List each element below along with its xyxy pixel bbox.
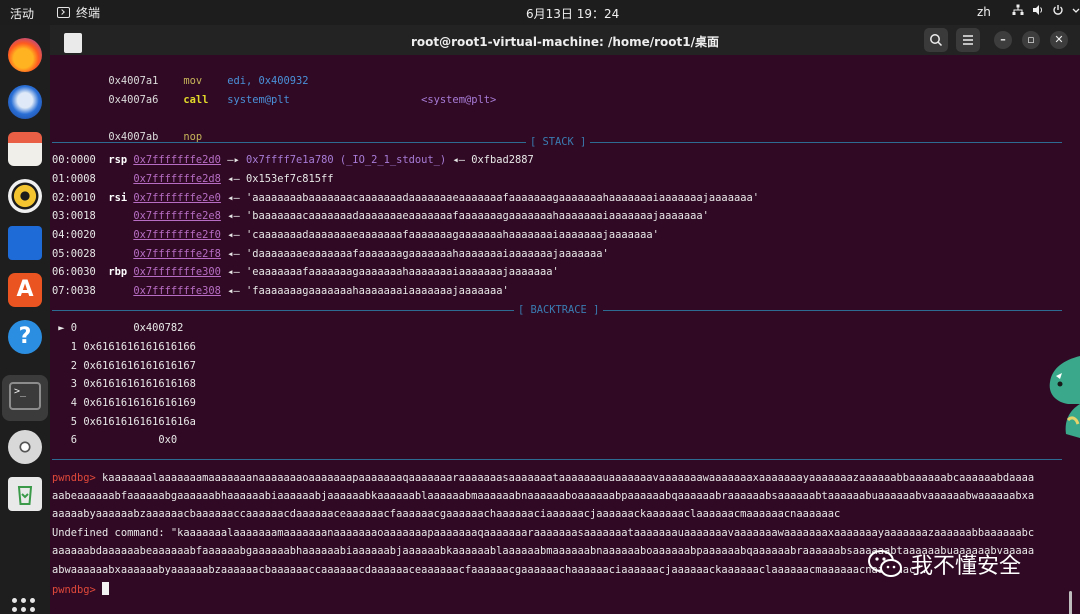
text-cursor bbox=[102, 582, 110, 595]
minimize-button[interactable]: – bbox=[994, 31, 1012, 49]
stack-line: 01:0008 0x7fffffffe2d8 ◂— 0x153ef7c815ff bbox=[52, 173, 334, 185]
stack-line: 06:0030 rbp 0x7fffffffe300 ◂— 'eaaaaaaaf… bbox=[52, 266, 559, 278]
top-bar: 活动 终端 6月13日 19：24 zh bbox=[0, 0, 1080, 25]
hamburger-icon bbox=[963, 35, 973, 45]
search-button[interactable] bbox=[924, 28, 948, 52]
search-icon bbox=[930, 34, 943, 47]
maximize-button[interactable]: ▫ bbox=[1022, 31, 1040, 49]
command-line: aaaaabyaaaaaabzaaaaaacbaaaaaaccaaaaaacda… bbox=[52, 508, 841, 520]
backtrace-separator: [ BACKTRACE ] bbox=[52, 303, 1062, 317]
wechat-watermark: 我不懂安全 bbox=[867, 548, 1021, 580]
error-line: abwaaaaaabxaaaaaabyaaaaaabzaaaaaacbaaaaa… bbox=[52, 564, 928, 576]
stack-separator: [ STACK ] bbox=[52, 135, 1062, 149]
chevron-down-icon bbox=[1072, 4, 1080, 19]
power-icon bbox=[1052, 4, 1064, 19]
terminal-output[interactable]: 0x4007a1 mov edi, 0x400932 0x4007a6 call… bbox=[50, 55, 1080, 614]
terminal-icon: >_ bbox=[9, 382, 41, 410]
activities-button[interactable]: 活动 bbox=[10, 5, 34, 22]
help-icon[interactable]: ? bbox=[8, 320, 42, 354]
menu-button[interactable] bbox=[956, 28, 980, 52]
rhythmbox-icon[interactable] bbox=[8, 179, 42, 213]
bottom-separator bbox=[52, 452, 1062, 466]
disasm-line: 0x4007a6 call system@plt <system@plt> bbox=[108, 94, 497, 106]
clock[interactable]: 6月13日 19：24 bbox=[526, 5, 619, 22]
network-icon bbox=[1012, 4, 1024, 19]
prompt-line[interactable]: pwndbg> bbox=[52, 582, 110, 596]
app-menu[interactable]: 终端 bbox=[57, 4, 100, 21]
backtrace-line: 6 0x0 bbox=[70, 434, 178, 446]
thunderbird-icon[interactable] bbox=[8, 85, 42, 119]
stack-header: [ STACK ] bbox=[526, 135, 591, 149]
terminal-dock-item[interactable]: >_ bbox=[2, 375, 48, 421]
command-line: aabeaaaaaabfaaaaaabgaaaaaabhaaaaaabiaaaa… bbox=[52, 490, 1035, 502]
stack-line: 03:0018 0x7fffffffe2e8 ◂— 'baaaaaaacaaaa… bbox=[52, 210, 709, 222]
app-center-icon[interactable]: A bbox=[8, 273, 42, 307]
scrollbar[interactable] bbox=[1069, 591, 1072, 614]
stack-line: 00:0000 rsp 0x7fffffffe2d0 —▸ 0x7ffff7e1… bbox=[52, 154, 534, 166]
app-name: 终端 bbox=[76, 6, 101, 20]
error-line: Undefined command: "kaaaaaaalaaaaaaamaaa… bbox=[52, 527, 1035, 539]
backtrace-line: 3 0x6161616161616168 bbox=[70, 378, 196, 390]
terminal-icon bbox=[57, 7, 70, 18]
watermark-text: 我不懂安全 bbox=[911, 554, 1022, 579]
backtrace-line: 2 0x6161616161616167 bbox=[70, 360, 196, 372]
title-bar[interactable]: root@root1-virtual-machine: /home/root1/… bbox=[50, 25, 1080, 55]
firefox-icon[interactable] bbox=[8, 38, 42, 72]
libreoffice-writer-icon[interactable] bbox=[8, 226, 42, 260]
show-apps-button[interactable] bbox=[12, 598, 36, 614]
trash-icon[interactable] bbox=[8, 477, 42, 511]
disc-icon[interactable] bbox=[8, 430, 42, 464]
terminal-window: root@root1-virtual-machine: /home/root1/… bbox=[50, 25, 1080, 614]
volume-icon bbox=[1032, 4, 1044, 19]
dock: A ? >_ bbox=[0, 25, 50, 614]
backtrace-line: ► 0 0x400782 bbox=[58, 322, 184, 334]
stack-line: 07:0038 0x7fffffffe308 ◂— 'faaaaaaagaaaa… bbox=[52, 285, 509, 297]
backtrace-header: [ BACKTRACE ] bbox=[514, 303, 604, 317]
disasm-line: 0x4007ab nop bbox=[108, 131, 203, 143]
backtrace-line: 4 0x6161616161616169 bbox=[70, 397, 196, 409]
stack-line: 02:0010 rsi 0x7fffffffe2e0 ◂— 'aaaaaaaab… bbox=[52, 192, 759, 204]
disasm-line: 0x4007a1 mov edi, 0x400932 bbox=[108, 75, 309, 87]
command-line: pwndbg> kaaaaaaalaaaaaaamaaaaaaanaaaaaaa… bbox=[52, 472, 1035, 484]
files-icon[interactable] bbox=[8, 132, 42, 166]
stack-line: 05:0028 0x7fffffffe2f8 ◂— 'daaaaaaaeaaaa… bbox=[52, 248, 609, 260]
backtrace-line: 5 0x616161616161616a bbox=[70, 416, 196, 428]
dinosaur-mascot-icon bbox=[1049, 356, 1080, 438]
system-tray[interactable] bbox=[1012, 4, 1080, 19]
input-method-indicator[interactable]: zh bbox=[977, 5, 991, 19]
backtrace-line: 1 0x6161616161616166 bbox=[70, 341, 196, 353]
stack-line: 04:0020 0x7fffffffe2f0 ◂— 'caaaaaaadaaaa… bbox=[52, 229, 659, 241]
wechat-icon bbox=[868, 550, 902, 577]
close-button[interactable]: ✕ bbox=[1050, 31, 1068, 49]
